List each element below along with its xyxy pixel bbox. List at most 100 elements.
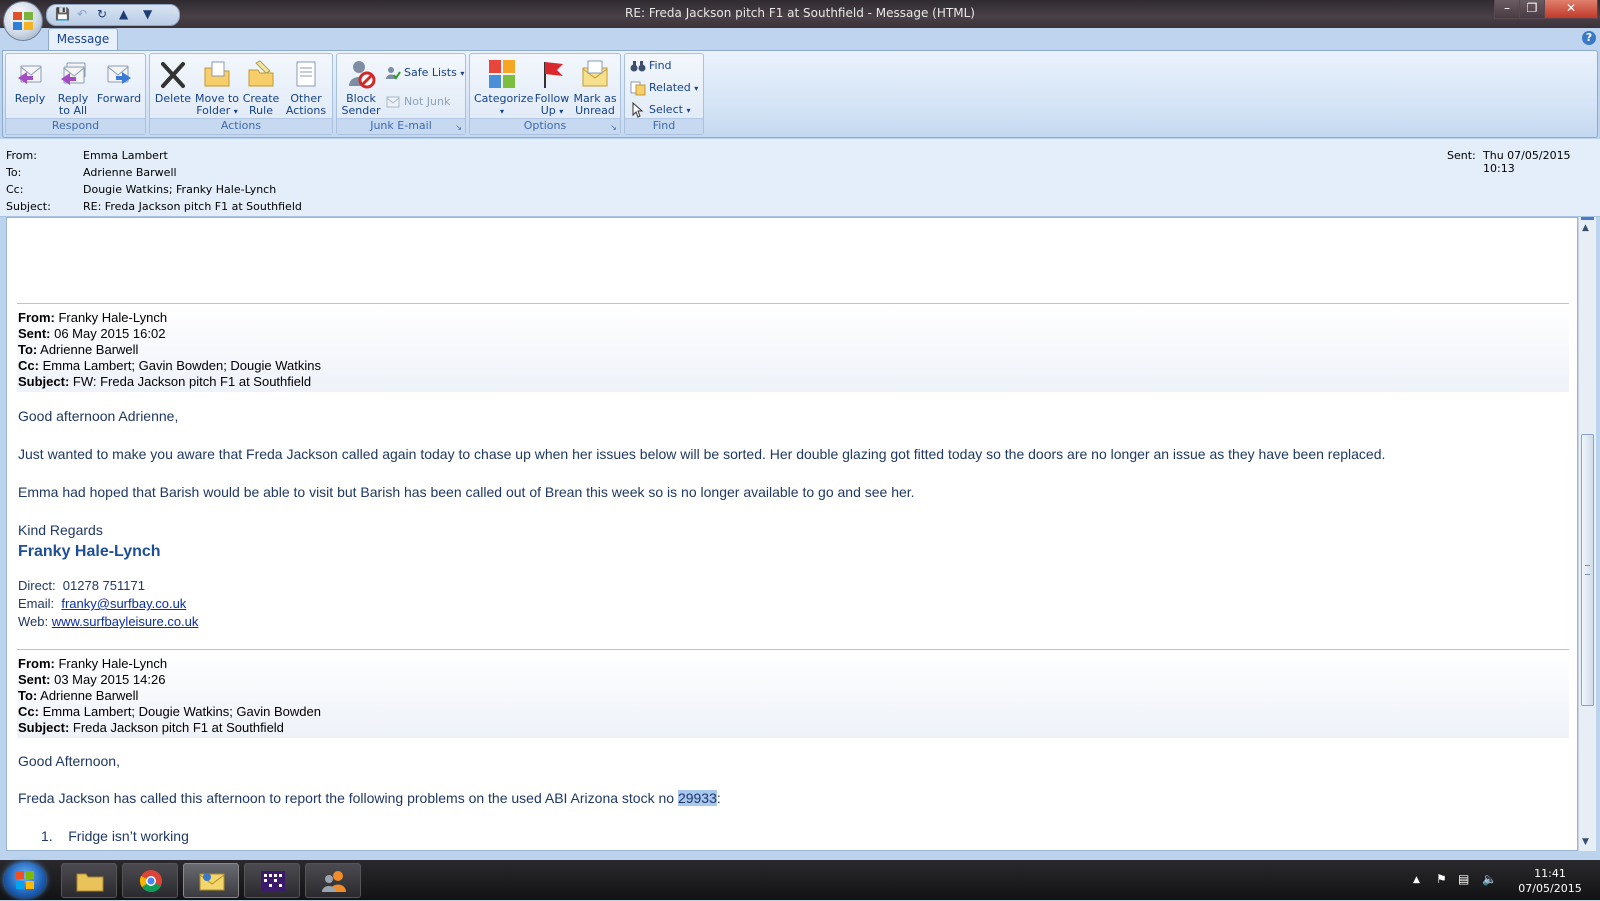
quoted-from-1: From: Franky Hale-Lynch: [18, 310, 168, 325]
signature-name: Franky Hale-Lynch: [18, 543, 161, 560]
related-dropdown-icon: ▾: [694, 84, 699, 93]
scroll-up-icon[interactable]: ▲: [1582, 223, 1589, 233]
group-label-junk-email: Junk E-mail: [337, 118, 465, 134]
taskbar-chrome[interactable]: [122, 863, 178, 898]
group-label-actions: Actions: [150, 118, 332, 134]
quoted-sent-1: Sent: 06 May 2015 16:02: [18, 326, 166, 341]
tab-message[interactable]: Message: [48, 28, 118, 51]
header-cc-value[interactable]: Dougie Watkins; Franky Hale-Lynch: [83, 183, 276, 196]
taskbar-people-app[interactable]: [305, 863, 361, 898]
previous-item-icon[interactable]: ▲: [119, 7, 128, 21]
save-icon[interactable]: 💾: [55, 7, 70, 21]
categorize-icon: [489, 60, 515, 88]
paragraph-2: Emma had hoped that Barish would be able…: [18, 484, 915, 500]
contact-direct: Direct: 01278 751171: [18, 578, 145, 593]
forward-button[interactable]: Forward: [96, 58, 142, 105]
office-logo-icon: [13, 12, 33, 30]
message-body[interactable]: From: Franky Hale-Lynch Sent: 06 May 201…: [6, 217, 1578, 851]
junk-email-launcher-icon[interactable]: ↘: [455, 123, 462, 132]
quoted-cc-1: Cc: Emma Lambert; Gavin Bowden; Dougie W…: [18, 358, 321, 373]
contact-email: Email: franky@surfbay.co.uk: [18, 596, 187, 611]
stock-number-highlight[interactable]: 29933: [677, 790, 717, 806]
header-from-label: From:: [6, 149, 37, 162]
taskbar-outlook[interactable]: [183, 863, 239, 898]
taskbar-app-grid[interactable]: [244, 863, 300, 898]
undo-icon[interactable]: ↶: [77, 7, 87, 21]
vertical-scrollbar[interactable]: ▲ ▼: [1578, 217, 1596, 851]
contact-web: Web: www.surfbayleisure.co.uk: [18, 614, 199, 629]
options-launcher-icon[interactable]: ↘: [610, 123, 617, 132]
reply-icon: [18, 65, 42, 84]
header-sent-value: Thu 07/05/2015 10:13: [1483, 149, 1571, 175]
system-clock[interactable]: 11:41 07/05/2015: [1510, 866, 1590, 896]
delete-button[interactable]: Delete: [153, 58, 193, 105]
move-to-folder-button[interactable]: Move to Folder ▾: [194, 58, 240, 118]
categorize-button[interactable]: Categorize ▾: [474, 58, 533, 118]
not-junk-button[interactable]: Not Junk: [385, 93, 450, 111]
follow-up-dropdown-icon: ▾: [559, 107, 564, 116]
header-subject-label: Subject:: [6, 200, 51, 213]
select-dropdown-icon: ▾: [686, 106, 691, 115]
move-dropdown-icon: ▾: [233, 107, 238, 116]
follow-up-button[interactable]: Follow Up ▾: [532, 58, 572, 118]
chrome-icon: [139, 870, 162, 892]
group-label-find: Find: [625, 118, 703, 134]
reply-button[interactable]: Reply: [10, 58, 50, 105]
header-to-value[interactable]: Adrienne Barwell: [83, 166, 177, 179]
quoted-from-2: From: Franky Hale-Lynch: [18, 656, 168, 671]
ribbon-tab-row: [0, 28, 1600, 50]
reply-all-button[interactable]: Reply to All: [52, 58, 94, 117]
header-from-value[interactable]: Emma Lambert: [83, 149, 168, 162]
forward-icon: [107, 65, 131, 84]
find-button[interactable]: Find: [630, 57, 672, 75]
scroll-thumb[interactable]: [1581, 434, 1594, 706]
close-button[interactable]: ✕: [1544, 0, 1598, 19]
mark-unread-icon: [582, 60, 608, 87]
create-rule-button[interactable]: Create Rule: [241, 58, 281, 117]
quoted-cc-2: Cc: Emma Lambert; Dougie Watkins; Gavin …: [18, 704, 321, 719]
message-header: From: Emma Lambert To: Adrienne Barwell …: [0, 139, 1600, 217]
office-button[interactable]: [4, 2, 42, 40]
quoted-subject-1: Subject: FW: Freda Jackson pitch F1 at S…: [18, 374, 312, 389]
tray-expand-icon[interactable]: ▲: [1413, 875, 1420, 885]
mark-as-unread-button[interactable]: Mark as Unread: [572, 58, 618, 117]
taskbar-explorer[interactable]: [61, 863, 117, 898]
redo-icon[interactable]: ↻: [97, 7, 107, 21]
ribbon: Reply Reply to All Forward Respond Delet…: [2, 50, 1598, 138]
list-item: 1. Fridge isn’t working: [41, 828, 189, 844]
volume-icon[interactable]: 🔈: [1482, 872, 1497, 886]
email-link[interactable]: franky@surfbay.co.uk: [61, 596, 186, 611]
network-icon[interactable]: ▤: [1458, 872, 1469, 886]
taskbar: [0, 860, 1600, 900]
minimize-button[interactable]: –: [1494, 0, 1520, 19]
quoted-to-1: To: Adrienne Barwell: [18, 342, 139, 357]
web-link[interactable]: www.surfbayleisure.co.uk: [52, 614, 199, 629]
block-sender-icon: [349, 61, 376, 89]
customize-toolbar-icon[interactable]: ▾: [172, 6, 177, 17]
select-button[interactable]: Select ▾: [630, 101, 690, 119]
start-button[interactable]: [4, 862, 46, 898]
quoted-to-2: To: Adrienne Barwell: [18, 688, 139, 703]
restore-button[interactable]: ❐: [1519, 0, 1545, 19]
header-cc-label: Cc:: [6, 183, 24, 196]
people-icon: [322, 871, 346, 892]
greeting-2: Good Afternoon,: [18, 753, 120, 769]
reply-all-icon: [61, 62, 86, 85]
safe-lists-button[interactable]: Safe Lists ▾: [385, 64, 464, 82]
not-junk-icon: [386, 96, 400, 108]
next-item-icon[interactable]: ▼: [143, 7, 152, 21]
block-sender-button[interactable]: Block Sender: [339, 58, 383, 117]
outlook-icon: [199, 873, 225, 891]
header-to-label: To:: [6, 166, 22, 179]
scroll-down-icon[interactable]: ▼: [1582, 837, 1589, 847]
related-button[interactable]: Related ▾: [630, 79, 698, 97]
greeting-1: Good afternoon Adrienne,: [18, 408, 179, 424]
action-center-flag-icon[interactable]: ⚑: [1436, 872, 1447, 886]
help-icon[interactable]: ?: [1582, 31, 1596, 45]
binoculars-icon: [630, 61, 646, 72]
safe-lists-icon: [386, 67, 401, 80]
grid-app-icon: [261, 871, 285, 891]
scroll-marker: [1581, 217, 1594, 220]
group-label-options: Options: [470, 118, 620, 134]
title-bar: RE: Freda Jackson pitch F1 at Southfield…: [0, 0, 1600, 28]
